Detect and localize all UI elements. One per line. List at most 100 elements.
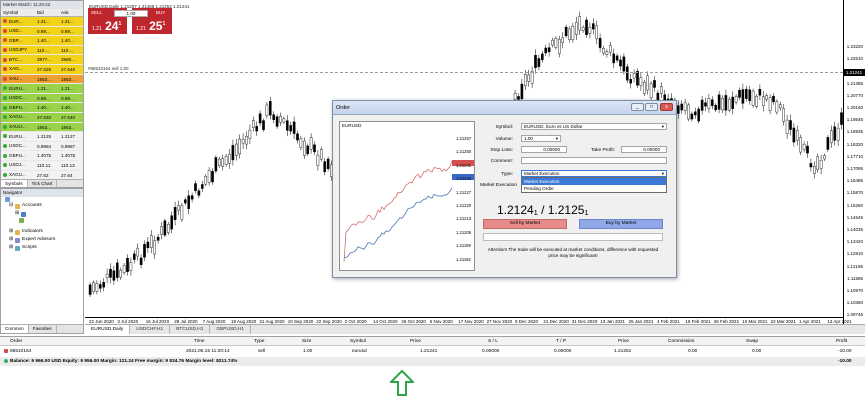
candle-body	[622, 56, 626, 72]
col-order[interactable]: Order	[10, 337, 22, 346]
candle-body	[816, 156, 819, 170]
candle-body	[802, 143, 806, 151]
candle-body	[112, 270, 116, 281]
candle-body	[609, 45, 612, 53]
tab-common[interactable]: Common	[1, 325, 29, 333]
candle-body	[153, 240, 156, 255]
symbol-cell: XAGU...	[1, 113, 35, 122]
symbol-text: XAGU...	[9, 114, 26, 120]
tree-scripts[interactable]: ⊞ Scripts	[5, 244, 83, 252]
market-watch-row[interactable]: USDJ... 110.11 110.13	[1, 160, 83, 171]
order-dialog-titlebar[interactable]: Order	[333, 101, 676, 115]
comment-input[interactable]	[521, 157, 667, 164]
candle-body	[323, 161, 327, 173]
market-watch-row[interactable]: GBPU... 1.40... 1.40...	[1, 103, 83, 113]
market-watch-row[interactable]: GBPU... 1.4075 1.4078	[1, 151, 83, 161]
type-value: Market Execution	[524, 171, 560, 176]
one-click-volume-input[interactable]: 1.00	[114, 10, 148, 17]
close-icon[interactable]: x	[660, 103, 673, 111]
candle-body	[585, 19, 588, 35]
price-axis[interactable]: 1.232201.226101.219951.213851.207701.201…	[843, 0, 865, 354]
tree-indicators[interactable]: ⊞ Indicators	[5, 228, 83, 236]
bid-cell: 0.89...	[37, 28, 50, 34]
buy-by-market-button[interactable]: Buy by Market	[579, 219, 663, 229]
col-price[interactable]: Price	[410, 337, 421, 346]
take-profit-input[interactable]: 0.00000	[621, 146, 667, 153]
market-watch-row[interactable]: USDJPY 110.... 110....	[1, 45, 83, 56]
direction-icon	[3, 28, 7, 33]
col-ask[interactable]: Ask	[59, 9, 83, 16]
option-market-execution[interactable]: Market Execution	[522, 178, 666, 185]
candle-body	[241, 139, 245, 144]
col-type[interactable]: Type	[254, 337, 264, 346]
ask-cell: 0.8987	[61, 143, 76, 149]
market-watch-row[interactable]: USDC... 0.8984 0.8987	[1, 141, 83, 152]
tab-tick-chart[interactable]: Tick Chart	[28, 180, 58, 187]
col-time[interactable]: Time	[194, 337, 204, 346]
candle-body	[704, 102, 707, 107]
candle-body	[190, 195, 194, 200]
symbol-select[interactable]: EURUSD, Euro vs US Dollar ▾	[521, 123, 667, 130]
price-tick: 1.23220	[846, 44, 863, 49]
symbol-text: GBPU...	[9, 104, 26, 110]
candle-body	[799, 137, 802, 153]
chart-tab-btcusd[interactable]: BTCUSD,H1	[170, 325, 211, 334]
tab-symbols[interactable]: Symbols	[1, 180, 28, 187]
chevron-down-icon: ▾	[555, 136, 558, 141]
candle-body	[187, 195, 190, 209]
col-tp[interactable]: T / P	[556, 337, 566, 346]
tree-experts[interactable]: ⊞ Expert Advisors	[5, 236, 83, 244]
tab-favorites[interactable]: Favorites	[29, 325, 57, 333]
minimize-icon[interactable]: _	[631, 103, 644, 111]
col-profit[interactable]: Profit	[836, 337, 847, 346]
col-commission[interactable]: Commission	[668, 337, 694, 346]
market-watch-row[interactable]: XAG... 27.626 27.646	[1, 64, 83, 75]
expert-advisors-icon	[15, 237, 21, 243]
chart-tab-gbpusd[interactable]: GBPUSD,H1	[210, 325, 252, 334]
sell-by-market-button[interactable]: Sell by Market	[483, 219, 567, 229]
chart-tab-usdchf[interactable]: USDCHF,H1	[130, 325, 171, 334]
tree-account-entry[interactable]: ⊞	[5, 210, 83, 218]
candle-body	[92, 282, 95, 292]
market-watch-row[interactable]: EUR... 1.21... 1.21...	[1, 17, 83, 27]
market-watch-row[interactable]: BTC... 3977... 3980...	[1, 55, 83, 65]
bid-cell: 1.40...	[37, 105, 50, 111]
ask-cell: 27.646	[61, 66, 76, 72]
terminal-header: Order Time Type Size Symbol Price S / L …	[0, 337, 865, 346]
bid-cell: 27.626	[37, 66, 52, 72]
market-watch-row[interactable]: USDC... 0.89... 0.89...	[1, 93, 83, 104]
market-watch-row[interactable]: GBP... 1.40... 1.40...	[1, 36, 83, 46]
direction-icon	[3, 163, 7, 168]
navigator-tabs: Common Favorites	[1, 324, 83, 333]
col-symbol[interactable]: Symbol	[1, 9, 35, 16]
candle-body	[214, 157, 218, 172]
order-level-label: #88510154 sell 1.00	[88, 66, 129, 71]
market-watch-row[interactable]: XAGU... 27.632 27.640	[1, 112, 83, 123]
col-price-current[interactable]: Price	[618, 337, 629, 346]
order-row[interactable]: 88510154 2021.06.15 11:20:14 sell 1.00 e…	[0, 347, 865, 356]
volume-input[interactable]: 1.00 ▾	[521, 135, 561, 142]
market-watch-row[interactable]: EURU... 1.21... 1.21...	[1, 84, 83, 94]
col-symbol[interactable]: Symbol	[350, 337, 366, 346]
col-sl[interactable]: S / L	[488, 337, 498, 346]
ask-tick-line	[343, 160, 453, 263]
price-tick: 1.13420	[846, 239, 863, 245]
market-watch-row[interactable]: XAU... 1863... 1863...	[1, 74, 83, 85]
option-pending-order[interactable]: Pending Order	[522, 185, 666, 192]
col-size[interactable]: Size	[302, 337, 311, 346]
candle-body	[660, 86, 663, 94]
market-watch-row[interactable]: USD... 0.89... 0.89...	[1, 26, 83, 37]
maximize-icon[interactable]: □	[645, 103, 658, 111]
ask-cell: 1.40...	[61, 38, 74, 44]
col-swap[interactable]: Swap	[746, 337, 758, 346]
col-bid[interactable]: Bid	[35, 9, 59, 16]
ask-cell: 27.640	[61, 114, 76, 120]
order-level-line[interactable]	[85, 72, 843, 73]
market-watch-row[interactable]: XAUU... 1863... 1863...	[1, 122, 83, 133]
type-dropdown: Market Execution Pending Order	[521, 177, 667, 193]
type-select[interactable]: Market Execution ▾	[521, 170, 667, 177]
tree-indicators-label: Indicators	[22, 229, 43, 234]
chart-tab-eurusd[interactable]: EURUSD,Daily	[85, 325, 131, 334]
tree-accounts[interactable]: ⊟ Accounts	[5, 202, 83, 210]
market-watch-row[interactable]: EURU... 1.2125 1.2127	[1, 132, 83, 142]
